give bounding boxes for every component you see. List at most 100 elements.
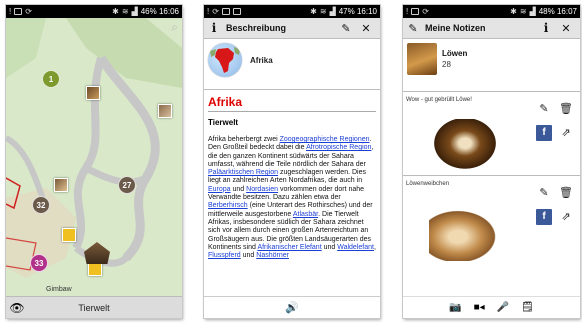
close-icon[interactable]: ✕ [556, 22, 576, 35]
divider [403, 91, 580, 92]
article-link[interactable]: Zoogeographische Regionen [280, 136, 370, 143]
speaker-icon[interactable]: 🔊 [285, 301, 299, 314]
article-link[interactable]: Berberhirsch [208, 202, 248, 209]
wifi-icon: ≋ [319, 7, 327, 16]
facebook-icon[interactable]: f [536, 125, 552, 141]
camera-icon[interactable]: 📷 [449, 302, 461, 313]
article-heading: Afrika [208, 95, 376, 112]
bottom-bar: 👁 Tierwelt [6, 296, 182, 318]
animal-thumbnail[interactable] [158, 104, 172, 118]
sync-icon: ⟳ [25, 7, 32, 16]
trash-icon[interactable]: 🗑 [558, 185, 574, 201]
article-link[interactable]: Atlasbär [293, 211, 318, 218]
search-icon[interactable]: ⌕ [171, 20, 178, 35]
note-photo[interactable] [429, 119, 501, 173]
note-item: Löwenweibchen ✎ 🗑 f ⇗ [403, 181, 580, 265]
region-header: Afrika [208, 43, 273, 77]
article-subheading: Tierwelt [208, 118, 239, 127]
map-marker[interactable]: 1 [42, 70, 60, 88]
article-link[interactable]: Nordasien [246, 186, 278, 193]
facebook-icon[interactable]: f [536, 209, 552, 225]
image-icon [411, 8, 420, 15]
image-icon [221, 8, 230, 15]
description-content: Afrika Tierwelt Afrika beherbergt zwei Z… [208, 95, 376, 296]
alert-icon: ! [406, 7, 409, 16]
edit-icon[interactable]: ✎ [536, 101, 552, 117]
article-link[interactable]: Europa [208, 186, 231, 193]
bluetooth-icon: ✱ [510, 7, 517, 16]
page-title: Meine Notizen [425, 23, 486, 33]
status-time: 46% 16:06 [140, 7, 179, 16]
wifi-icon: ≋ [121, 7, 129, 16]
edit-icon[interactable]: ✎ [336, 22, 356, 35]
region-label: Afrika [250, 55, 273, 65]
image-icon [232, 8, 241, 15]
trash-icon[interactable]: 🗑 [558, 101, 574, 117]
note-caption: Wow - gut gebrüllt Löwe! [406, 97, 472, 103]
note-item: Wow - gut gebrüllt Löwe! ✎ 🗑 f ⇗ [403, 97, 580, 175]
bottom-title: Tierwelt [78, 302, 110, 313]
video-icon[interactable]: ■◂ [474, 302, 485, 313]
close-icon[interactable]: ✕ [356, 22, 376, 35]
microphone-icon[interactable]: 🎤 [497, 302, 509, 313]
article-text: Afrika beherbergt zwei [208, 136, 280, 143]
signal-icon: ▟ [529, 7, 536, 16]
status-bar: ! ⟳ ✱ ≋ ▟ 46% 16:06 [6, 5, 182, 18]
animal-name: Löwen [442, 49, 468, 58]
eye-icon[interactable]: 👁 [6, 301, 28, 315]
animal-thumbnail[interactable] [88, 262, 102, 276]
alert-icon: ! [9, 7, 12, 16]
article-link[interactable]: Waldelefant [337, 244, 374, 251]
wifi-icon: ≋ [519, 7, 527, 16]
article-link[interactable]: Afrotropische Region [306, 144, 371, 151]
bottom-bar: 🔊 [204, 296, 380, 318]
article-text: und [230, 185, 247, 193]
info-icon[interactable]: i [208, 21, 220, 35]
share-icon[interactable]: ⇗ [558, 209, 574, 225]
signal-icon: ▟ [329, 7, 336, 16]
article-text: , [373, 243, 376, 251]
animal-header: Löwen 28 [407, 43, 467, 75]
alert-icon: ! [207, 7, 210, 16]
animal-thumbnail[interactable] [54, 178, 68, 192]
map-marker[interactable]: 32 [32, 196, 50, 214]
share-icon[interactable]: ⇗ [558, 125, 574, 141]
article-link[interactable]: Nashörner [256, 252, 289, 259]
bluetooth-icon: ✱ [112, 7, 119, 16]
zoo-map[interactable]: ⌕ 1 27 32 33 Gimbaw [6, 18, 182, 296]
article-link[interactable]: Afrikanischer Elefant [257, 244, 321, 251]
sync-icon: ⟳ [212, 7, 219, 16]
app-bar: ✎ Meine Notizen i ✕ [403, 18, 580, 39]
animal-thumbnail[interactable] [86, 86, 100, 100]
status-time: 47% 16:10 [338, 7, 377, 16]
map-marker[interactable]: 33 [30, 254, 48, 272]
map-label: Gimbaw [46, 286, 72, 293]
edit-icon[interactable]: ✎ [536, 185, 552, 201]
page-title: Beschreibung [226, 23, 287, 33]
status-bar: ! ⟳ ✱ ≋ ▟ 47% 16:10 [204, 5, 380, 18]
info-icon[interactable]: i [536, 21, 556, 35]
globe-icon [208, 43, 242, 77]
article-link[interactable]: Paläarktischen Region [208, 169, 278, 176]
article-paragraph: Afrika beherbergt zwei Zoogeographische … [208, 136, 376, 260]
divider [204, 89, 380, 90]
article-link[interactable]: Flusspferd [208, 252, 241, 259]
map-marker[interactable]: 27 [118, 176, 136, 194]
image-icon [14, 8, 23, 15]
animal-thumbnail[interactable] [62, 228, 76, 242]
note-icon[interactable]: 🗒 [521, 302, 534, 313]
pencil-icon: ✎ [408, 22, 418, 35]
status-time: 48% 16:07 [538, 7, 577, 16]
note-caption: Löwenweibchen [406, 181, 450, 187]
status-bar: ! ⟳ ✱ ≋ ▟ 48% 16:07 [403, 5, 580, 18]
app-bar: i Beschreibung ✎ ✕ [204, 18, 380, 39]
article-text: und [240, 252, 257, 260]
bottom-toolbar: 📷 ■◂ 🎤 🗒 [403, 296, 580, 318]
note-actions: ✎ 🗑 f ⇗ [536, 101, 574, 141]
note-actions: ✎ 🗑 f ⇗ [536, 185, 574, 225]
note-photo[interactable] [429, 207, 501, 261]
phone-notes-screen: ! ⟳ ✱ ≋ ▟ 48% 16:07 ✎ Meine Notizen i ✕ … [403, 5, 580, 318]
signal-icon: ▟ [131, 7, 138, 16]
divider [403, 175, 580, 176]
bluetooth-icon: ✱ [310, 7, 317, 16]
